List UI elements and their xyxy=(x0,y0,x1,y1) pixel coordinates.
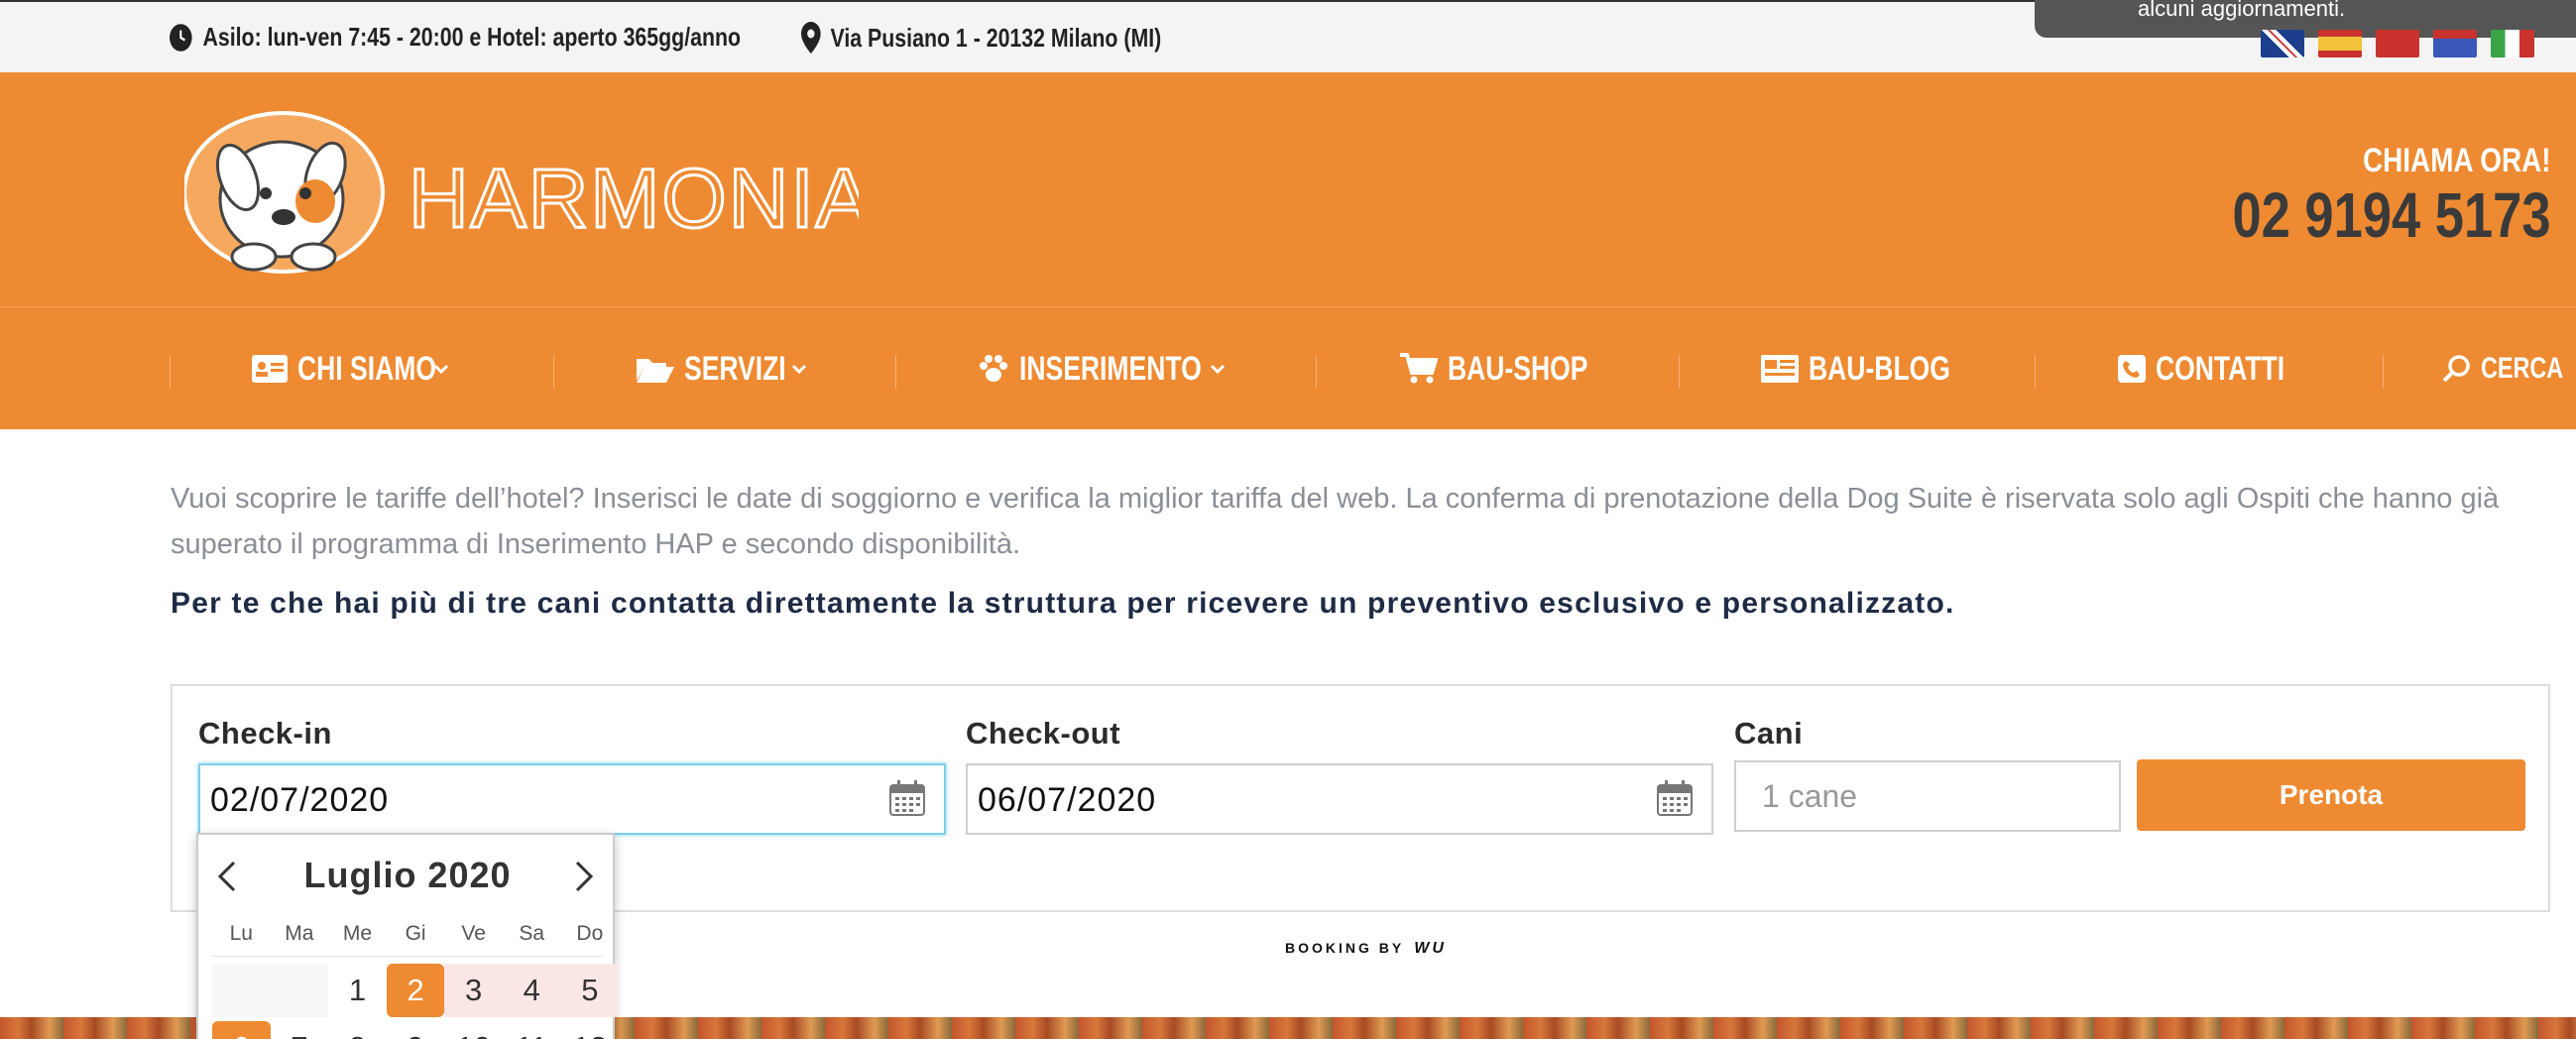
weekday-label: Sa xyxy=(519,922,545,945)
calendar-day-selected[interactable]: 2 xyxy=(386,964,445,1017)
nav-label: INSERIMENTO xyxy=(1019,349,1202,388)
nav-item-contatti[interactable]: CONTATTI xyxy=(2118,347,2321,391)
call-now-label: CHIAMA ORA! xyxy=(2362,142,2550,179)
search-icon xyxy=(2442,355,2470,383)
search-label: CERCA xyxy=(2481,352,2564,385)
calendar-day-empty xyxy=(212,964,271,1017)
opening-hours: Asilo: lun-ven 7:45 - 20:00 e Hotel: ape… xyxy=(169,22,741,53)
flag-it-icon[interactable] xyxy=(2491,30,2534,58)
checkout-value: 06/07/2020 xyxy=(978,781,1157,819)
paw-icon xyxy=(980,355,1007,382)
checkin-input[interactable]: 02/07/2020 xyxy=(198,763,946,835)
site-header: HARMONIA CHIAMA ORA! 02 9194 5173 xyxy=(0,72,2576,306)
nav-label: BAU-BLOG xyxy=(1809,349,1950,388)
chevron-down-icon xyxy=(791,364,806,375)
checkin-value: 02/07/2020 xyxy=(210,781,390,819)
nav-item-chi-siamo[interactable]: CHI SIAMO xyxy=(252,347,459,391)
address: Via Pusiano 1 - 20132 Milano (MI) xyxy=(801,22,1161,54)
newspaper-icon xyxy=(1761,355,1799,383)
weekday-label: Me xyxy=(342,922,373,945)
calendar-day-empty xyxy=(270,964,329,1017)
flag-es-icon[interactable] xyxy=(2318,30,2362,58)
harmonia-logo[interactable]: HARMONIA xyxy=(184,108,859,277)
calendar-day-checkout[interactable]: 6 xyxy=(212,1021,271,1039)
checkout-input[interactable]: 06/07/2020 xyxy=(966,763,1713,835)
flag-red-icon[interactable] xyxy=(2376,30,2419,58)
calendar-icon[interactable] xyxy=(1656,779,1694,817)
booking-by-credit[interactable]: BOOKING BY WU xyxy=(1285,940,1447,958)
chevron-down-icon xyxy=(1210,364,1225,375)
nav-separator xyxy=(553,355,554,389)
svg-text:HARMONIA: HARMONIA xyxy=(409,152,859,245)
nav-item-servizi[interactable]: SERVIZI xyxy=(637,347,817,391)
nav-label: BAU-SHOP xyxy=(1448,349,1588,388)
nav-label: CONTATTI xyxy=(2156,349,2285,388)
nav-item-bau-blog[interactable]: BAU-BLOG xyxy=(1761,347,1990,391)
calendar-day[interactable]: 1 xyxy=(328,964,387,1017)
flag-blue-icon[interactable] xyxy=(2433,30,2477,58)
nav-separator xyxy=(1316,355,1317,389)
booking-by-text: BOOKING BY xyxy=(1285,940,1405,956)
intro-text: Vuoi scoprire le tariffe dell’hotel? Ins… xyxy=(171,483,2500,560)
calendar-day[interactable]: 11 xyxy=(503,1021,561,1039)
weekday-label: Lu xyxy=(229,922,253,945)
nav-separator xyxy=(895,355,896,389)
nav-item-inserimento[interactable]: INSERIMENTO xyxy=(978,347,1235,391)
checkout-label: Check-out xyxy=(966,716,1121,750)
intro-bold-text: Per te che hai più di tre cani contatta … xyxy=(171,587,1955,620)
nav-label: SERVIZI xyxy=(684,349,786,388)
folder-open-icon xyxy=(637,359,674,383)
weekday-label: Ma xyxy=(285,922,314,945)
nav-separator xyxy=(2035,355,2036,389)
weekday-label: Ve xyxy=(461,922,486,945)
weekday-label: Gi xyxy=(405,922,426,945)
checkin-label: Check-in xyxy=(198,716,332,750)
datepicker-popup: Luglio 2020 Lu Ma Me Gi Ve Sa Do 1 2 3 4… xyxy=(196,833,620,1039)
phone-number[interactable]: 02 9194 5173 xyxy=(2232,178,2550,252)
calendar-day[interactable]: 10 xyxy=(444,1021,503,1039)
provider-logo: WU xyxy=(1414,940,1447,957)
main-nav: CHI SIAMO SERVIZI INSERIMENTO BAU-SHOP B… xyxy=(0,306,2576,429)
nav-separator xyxy=(1679,355,1680,389)
weekday-label: Do xyxy=(576,922,604,945)
weekday-header: Lu Ma Me Gi Ve Sa Do xyxy=(212,922,619,946)
datepicker-month-title: Luglio 2020 xyxy=(303,855,512,895)
top-info-bar: Asilo: lun-ven 7:45 - 20:00 e Hotel: ape… xyxy=(0,0,2576,72)
nav-search[interactable]: CERCA xyxy=(2441,347,2576,391)
prenota-button[interactable]: Prenota xyxy=(2137,759,2525,831)
language-flags xyxy=(2261,30,2534,58)
nav-item-bau-shop[interactable]: BAU-SHOP xyxy=(1400,347,1627,391)
address-text: Via Pusiano 1 - 20132 Milano (MI) xyxy=(830,22,1162,53)
calendar-day[interactable]: 12 xyxy=(561,1021,620,1039)
map-pin-icon xyxy=(801,22,821,54)
dogs-input[interactable]: 1 cane xyxy=(1734,760,2121,832)
calendar-icon[interactable] xyxy=(888,779,926,817)
calendar-day[interactable]: 8 xyxy=(328,1021,387,1039)
phone-square-icon xyxy=(2118,355,2146,383)
flag-uk-icon[interactable] xyxy=(2261,30,2304,58)
opening-hours-text: Asilo: lun-ven 7:45 - 20:00 e Hotel: ape… xyxy=(202,22,742,52)
calendar-day[interactable]: 9 xyxy=(387,1021,445,1039)
calendar-day-in-range[interactable]: 5 xyxy=(560,964,620,1017)
id-card-icon xyxy=(252,355,288,383)
nav-label: CHI SIAMO xyxy=(297,349,436,388)
nav-separator xyxy=(2383,355,2384,389)
dogs-label: Cani xyxy=(1734,716,1804,750)
calendar-week: 1 2 3 4 5 xyxy=(212,964,620,1017)
divider xyxy=(212,956,603,957)
calendar-day-in-range[interactable]: 4 xyxy=(502,964,561,1017)
notification-text: alcuni aggiornamenti. xyxy=(2138,0,2346,21)
cart-icon xyxy=(1400,353,1438,384)
calendar-day[interactable]: 7 xyxy=(271,1021,329,1039)
calendar-day-in-range[interactable]: 3 xyxy=(444,964,503,1017)
chevron-right-icon[interactable] xyxy=(565,859,601,894)
nav-separator xyxy=(170,355,171,389)
call-now: CHIAMA ORA! 02 9194 5173 xyxy=(2163,142,2550,252)
clock-icon xyxy=(170,23,192,52)
calendar-week: 6 7 8 9 10 11 12 xyxy=(212,1021,619,1039)
